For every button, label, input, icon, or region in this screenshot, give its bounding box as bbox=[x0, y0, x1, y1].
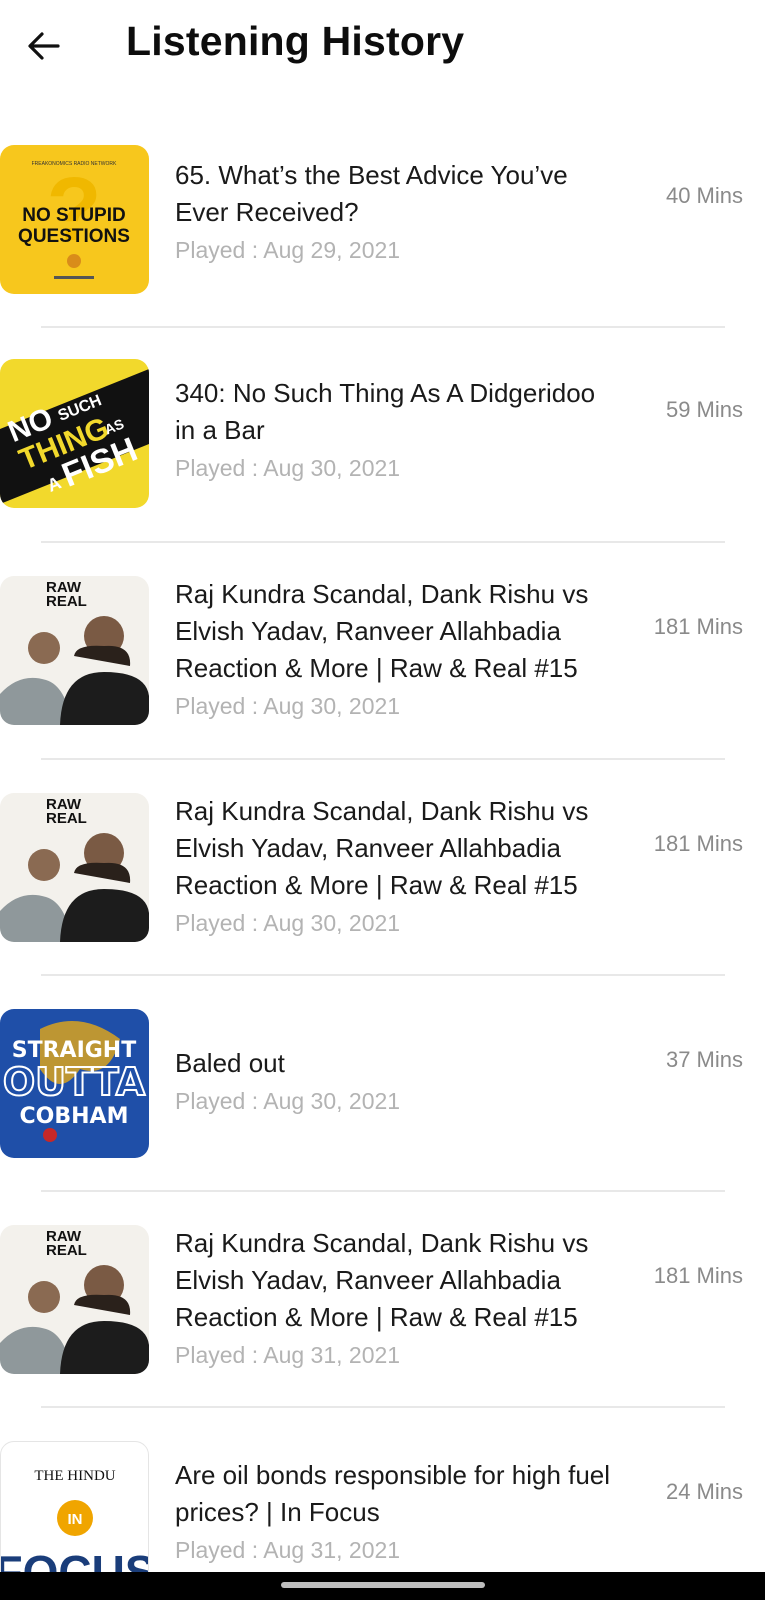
episode-title: Raj Kundra Scandal, Dank Rishu vs Elvish… bbox=[175, 1228, 589, 1332]
episode-info: Raj Kundra Scandal, Dank Rishu vs Elvish… bbox=[175, 576, 620, 720]
svg-text:OUTTA: OUTTA bbox=[3, 1060, 146, 1104]
back-button[interactable] bbox=[24, 26, 64, 66]
episode-title: Are oil bonds responsible for high fuel … bbox=[175, 1460, 611, 1527]
podcast-artwork: FREAKONOMICS RADIO NETWORK ? NO STUPID Q… bbox=[0, 145, 149, 294]
arrow-left-icon bbox=[28, 32, 60, 60]
divider bbox=[41, 758, 725, 760]
episode-info: Raj Kundra Scandal, Dank Rishu vs Elvish… bbox=[175, 793, 620, 937]
podcast-artwork: RAW REAL bbox=[0, 1225, 149, 1374]
podcast-artwork: STRAIGHT OUTTA COBHAM bbox=[0, 1009, 149, 1158]
divider bbox=[41, 974, 725, 976]
divider bbox=[41, 326, 725, 328]
episode-title: Raj Kundra Scandal, Dank Rishu vs Elvish… bbox=[175, 579, 589, 683]
played-date: Played : Aug 30, 2021 bbox=[175, 455, 401, 481]
svg-text:NO STUPID: NO STUPID bbox=[22, 205, 125, 226]
podcast-artwork: NO SUCH THING AS A FISH bbox=[0, 359, 149, 508]
divider bbox=[41, 1406, 725, 1408]
played-date: Played : Aug 30, 2021 bbox=[175, 910, 401, 936]
podcast-logo: FREAKONOMICS RADIO NETWORK ? NO STUPID Q… bbox=[18, 160, 130, 279]
episode-title: Raj Kundra Scandal, Dank Rishu vs Elvish… bbox=[175, 796, 589, 900]
svg-text:QUESTIONS: QUESTIONS bbox=[18, 226, 130, 247]
played-date: Played : Aug 29, 2021 bbox=[175, 237, 401, 263]
podcast-logo: RAW REAL bbox=[0, 1228, 149, 1374]
episode-info: Are oil bonds responsible for high fuel … bbox=[175, 1457, 620, 1564]
podcast-logo: RAW REAL bbox=[0, 579, 149, 725]
podcast-logo: NO SUCH THING AS A FISH bbox=[0, 369, 149, 504]
podcast-artwork: RAW REAL bbox=[0, 576, 149, 725]
episode-title: 65. What’s the Best Advice You’ve Ever R… bbox=[175, 160, 568, 227]
home-gesture-handle[interactable] bbox=[281, 1582, 485, 1588]
episode-duration: 181 Mins bbox=[653, 831, 743, 856]
episode-info: Baled out Played : Aug 30, 2021 bbox=[175, 1045, 620, 1115]
episode-duration: 181 Mins bbox=[653, 614, 743, 639]
divider bbox=[41, 1190, 725, 1192]
page-title: Listening History bbox=[126, 18, 465, 64]
episode-info: Raj Kundra Scandal, Dank Rishu vs Elvish… bbox=[175, 1225, 620, 1369]
episode-title: Baled out bbox=[175, 1048, 285, 1078]
podcast-logo: RAW REAL bbox=[0, 796, 149, 942]
divider bbox=[41, 541, 725, 543]
episode-title: 340: No Such Thing As A Didgeridoo in a … bbox=[175, 378, 596, 445]
played-date: Played : Aug 30, 2021 bbox=[175, 693, 401, 719]
system-navigation-bar bbox=[0, 1572, 765, 1600]
episode-info: 65. What’s the Best Advice You’ve Ever R… bbox=[175, 157, 620, 264]
svg-text:IN: IN bbox=[68, 1511, 83, 1528]
svg-text:REAL: REAL bbox=[46, 593, 87, 610]
podcast-logo: STRAIGHT OUTTA COBHAM bbox=[2, 1021, 147, 1142]
episode-duration: 59 Mins bbox=[665, 397, 743, 422]
episode-duration: 24 Mins bbox=[665, 1479, 743, 1504]
played-date: Played : Aug 31, 2021 bbox=[175, 1342, 401, 1368]
podcast-artwork: RAW REAL bbox=[0, 793, 149, 942]
podcast-logo: THE HINDU IN FOCUS bbox=[1, 1468, 148, 1589]
svg-text:REAL: REAL bbox=[46, 810, 87, 827]
played-date: Played : Aug 30, 2021 bbox=[175, 1088, 401, 1114]
podcast-artwork: THE HINDU IN FOCUS bbox=[0, 1441, 149, 1590]
episode-info: 340: No Such Thing As A Didgeridoo in a … bbox=[175, 375, 620, 482]
played-date: Played : Aug 31, 2021 bbox=[175, 1537, 401, 1563]
episode-duration: 37 Mins bbox=[665, 1047, 743, 1072]
svg-text:COBHAM: COBHAM bbox=[20, 1104, 129, 1129]
episode-duration: 40 Mins bbox=[665, 183, 743, 208]
app-header: Listening History bbox=[0, 0, 765, 92]
svg-text:REAL: REAL bbox=[46, 1242, 87, 1259]
episode-duration: 181 Mins bbox=[653, 1263, 743, 1288]
svg-text:THE HINDU: THE HINDU bbox=[34, 1468, 115, 1484]
